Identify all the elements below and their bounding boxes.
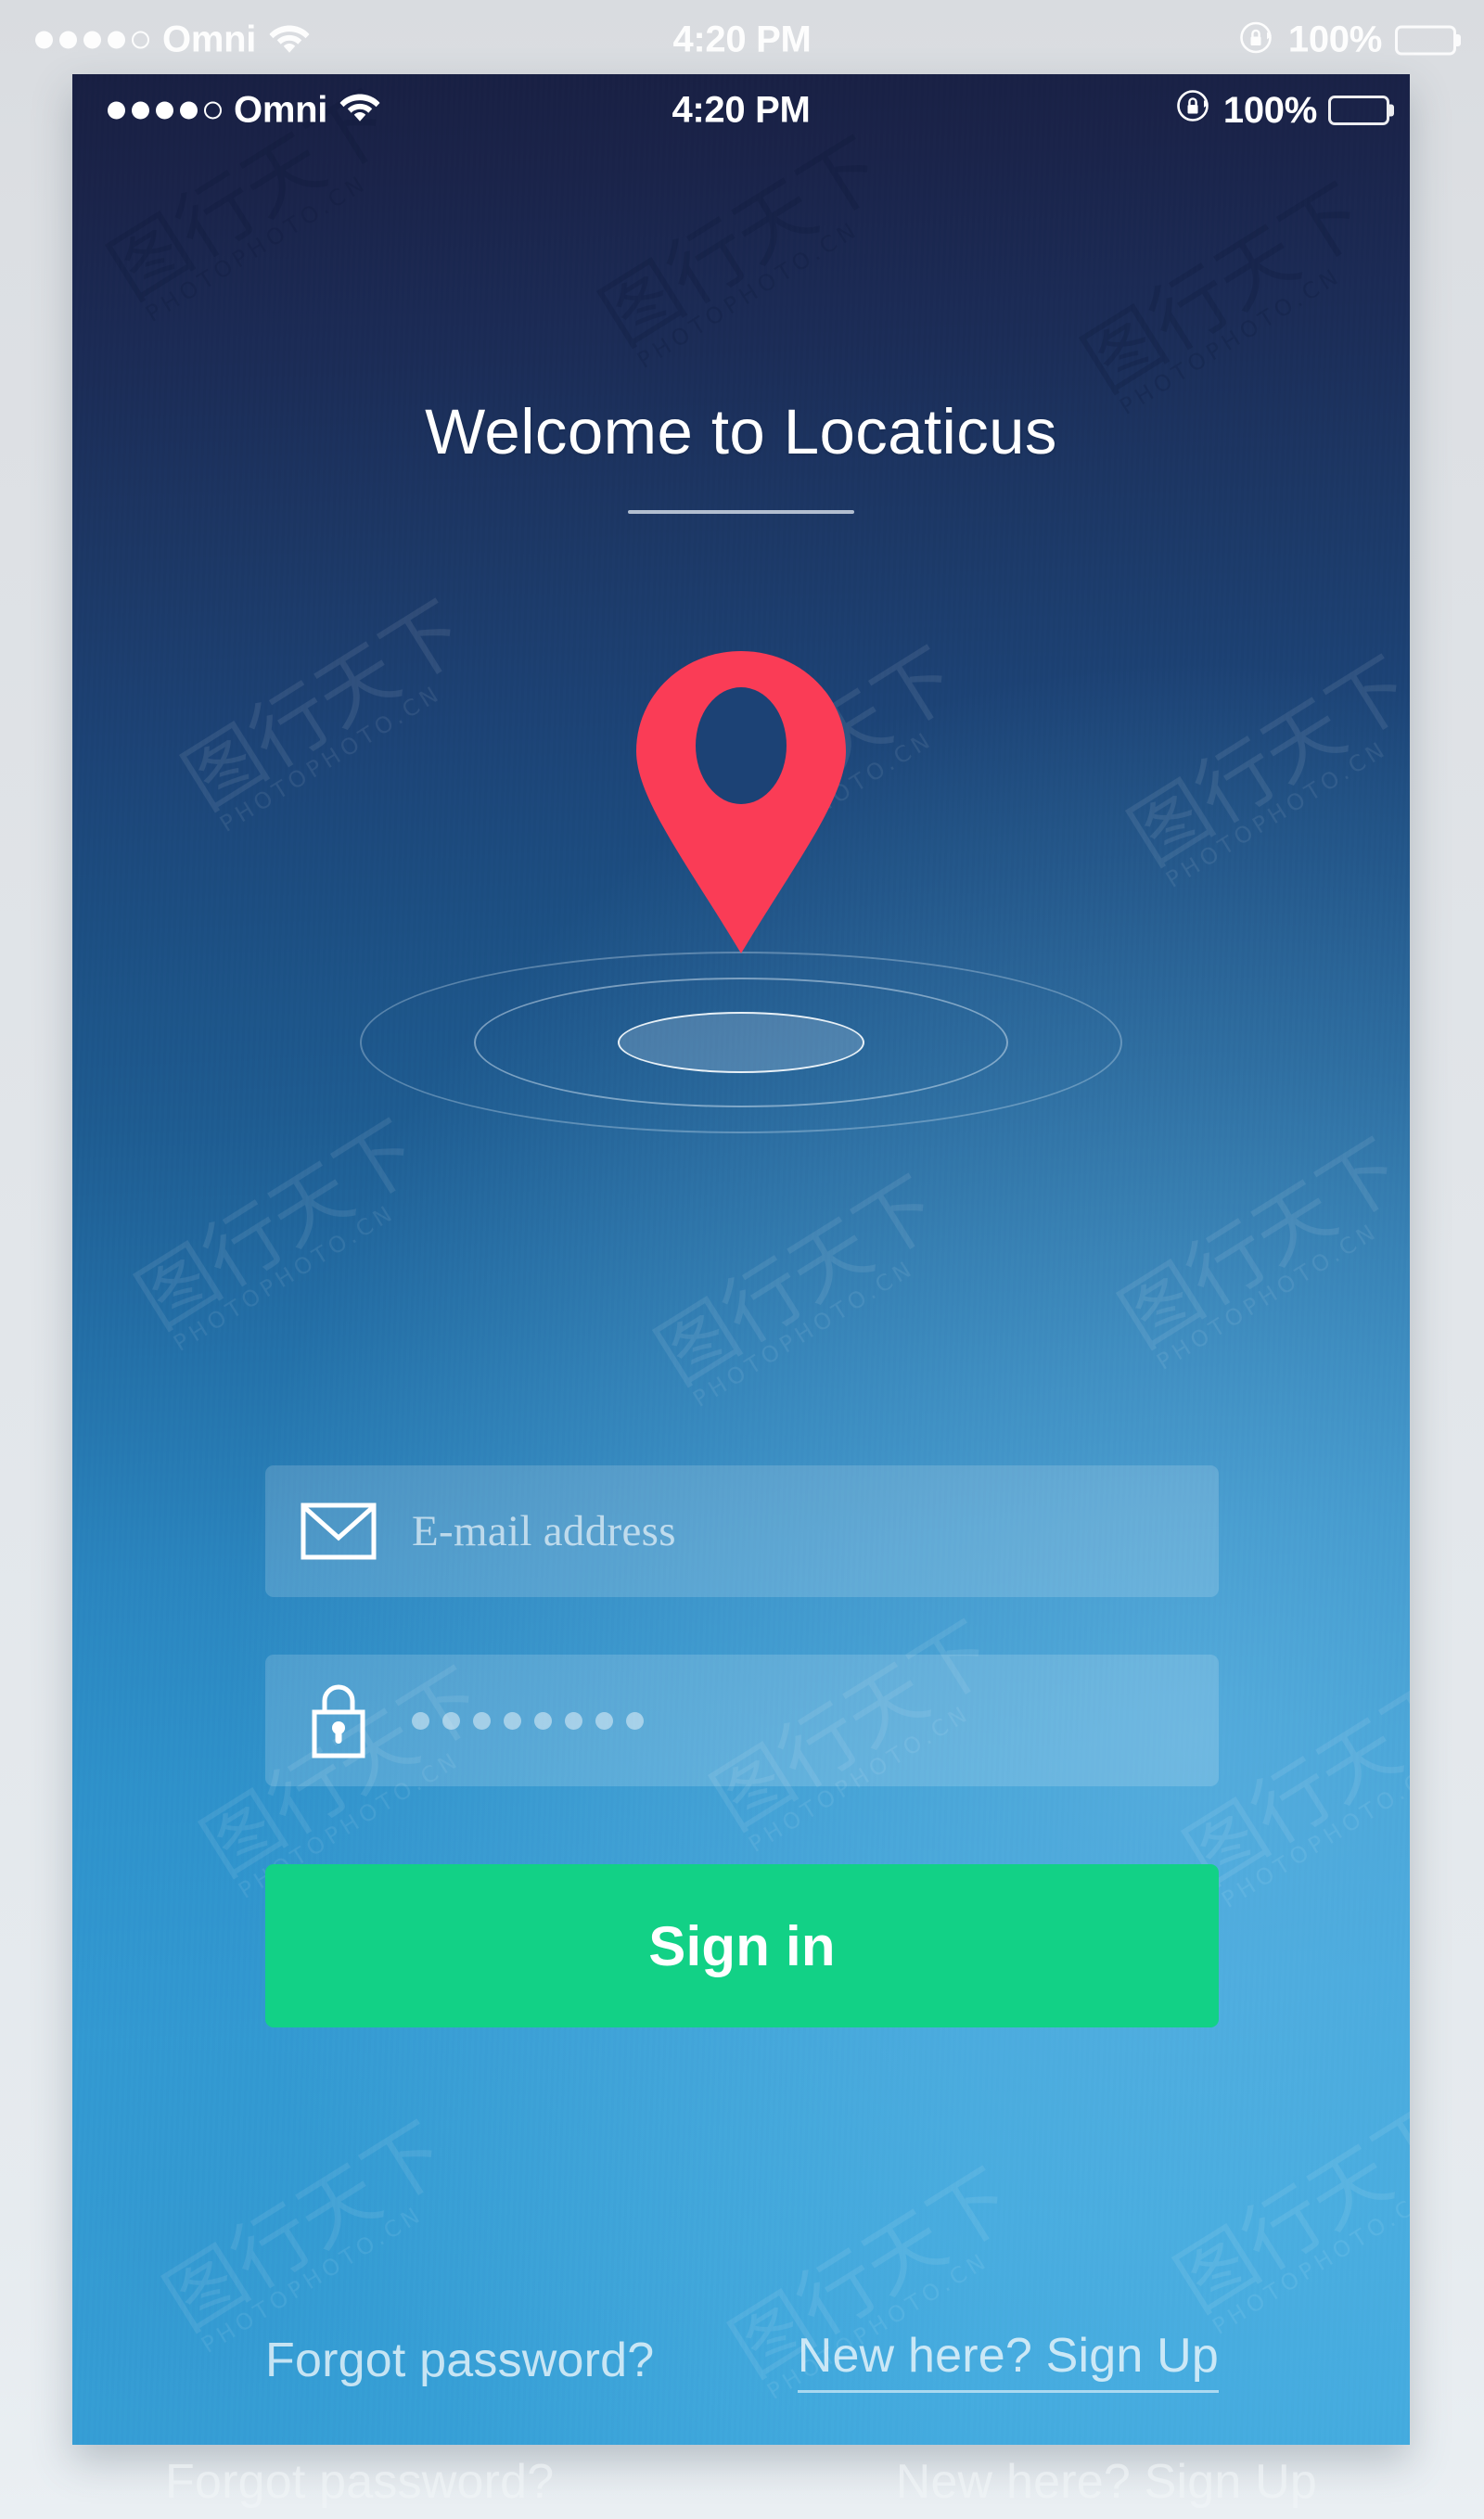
watermark: 图行天下PHOTOPHOTO.CN — [585, 121, 898, 374]
device-screen: 图行天下 PHOTOPHOTO.CN 图行天下 PHOTOPHOTO.CN 图行天下… — [72, 74, 1410, 2445]
sign-up-link[interactable]: New here? Sign Up — [797, 2328, 1219, 2393]
watermark: 图行天下PHOTOPHOTO.CN — [1068, 167, 1380, 420]
wifi-icon — [269, 22, 310, 58]
watermark: 图行天下PHOTOPHOTO.CN — [149, 2105, 462, 2359]
battery-full-icon — [1395, 25, 1456, 55]
signal-strength-icon — [108, 101, 222, 120]
clock-label: 4:20 PM — [672, 19, 812, 60]
battery-percent-label: 100% — [1222, 89, 1317, 131]
padlock-icon — [265, 1681, 412, 1759]
password-field[interactable] — [265, 1655, 1219, 1786]
ghost-status-bar: Omni 4:20 PM 100% — [0, 0, 1484, 80]
sign-in-button[interactable]: Sign in — [265, 1864, 1219, 2027]
preview-canvas: Omni 4:20 PM 100% 图行天下 PHOTOPHOTO.CN 图行天… — [0, 0, 1484, 2519]
status-bar-left: Omni — [108, 90, 380, 132]
ghost-sign-up-link: New here? Sign Up — [895, 2455, 1317, 2509]
ghost-status-bar-right: 100% — [1238, 19, 1456, 61]
password-masked-value — [412, 1711, 644, 1730]
carrier-label: Omni — [234, 89, 328, 131]
envelope-icon — [265, 1502, 412, 1560]
email-field[interactable]: E-mail address — [265, 1465, 1219, 1597]
location-pin-icon — [631, 649, 851, 955]
wifi-icon — [339, 90, 380, 132]
status-bar-right: 100% — [1175, 87, 1389, 134]
signal-strength-icon — [35, 31, 149, 49]
footer-links: Forgot password? New here? Sign Up — [265, 2328, 1219, 2393]
title-divider — [628, 510, 854, 514]
ghost-status-bar-left: Omni — [35, 19, 310, 61]
watermark: 图行天下PHOTOPHOTO.CN — [1160, 2087, 1410, 2340]
watermark: 图行天下PHOTOPHOTO.CN — [1105, 1122, 1410, 1375]
rotation-lock-icon — [1175, 87, 1212, 134]
watermark: 图行天下PHOTOPHOTO.CN — [1114, 640, 1410, 893]
battery-percent-label: 100% — [1287, 19, 1382, 60]
carrier-label: Omni — [162, 19, 257, 60]
email-placeholder: E-mail address — [412, 1507, 676, 1555]
ghost-footer-links: Forgot password? New here? Sign Up — [72, 2454, 1410, 2519]
ripple-inner — [618, 1012, 864, 1073]
login-form: E-mail address Sign in — [265, 1465, 1219, 2027]
ghost-forgot-password-link: Forgot password? — [165, 2455, 555, 2509]
status-bar: Omni 4:20 PM 100% — [72, 74, 1410, 147]
watermark: 图行天下PHOTOPHOTO.CN — [641, 1159, 953, 1413]
rotation-lock-icon — [1238, 19, 1275, 61]
forgot-password-link[interactable]: Forgot password? — [265, 2333, 654, 2388]
status-bar-center: 4:20 PM — [672, 90, 810, 132]
ghost-status-bar-center: 4:20 PM — [672, 19, 811, 61]
hero-illustration — [360, 649, 1122, 1169]
page-title: Welcome to Locaticus — [425, 396, 1057, 467]
clock-label: 4:20 PM — [672, 89, 811, 131]
battery-full-icon — [1328, 96, 1389, 125]
